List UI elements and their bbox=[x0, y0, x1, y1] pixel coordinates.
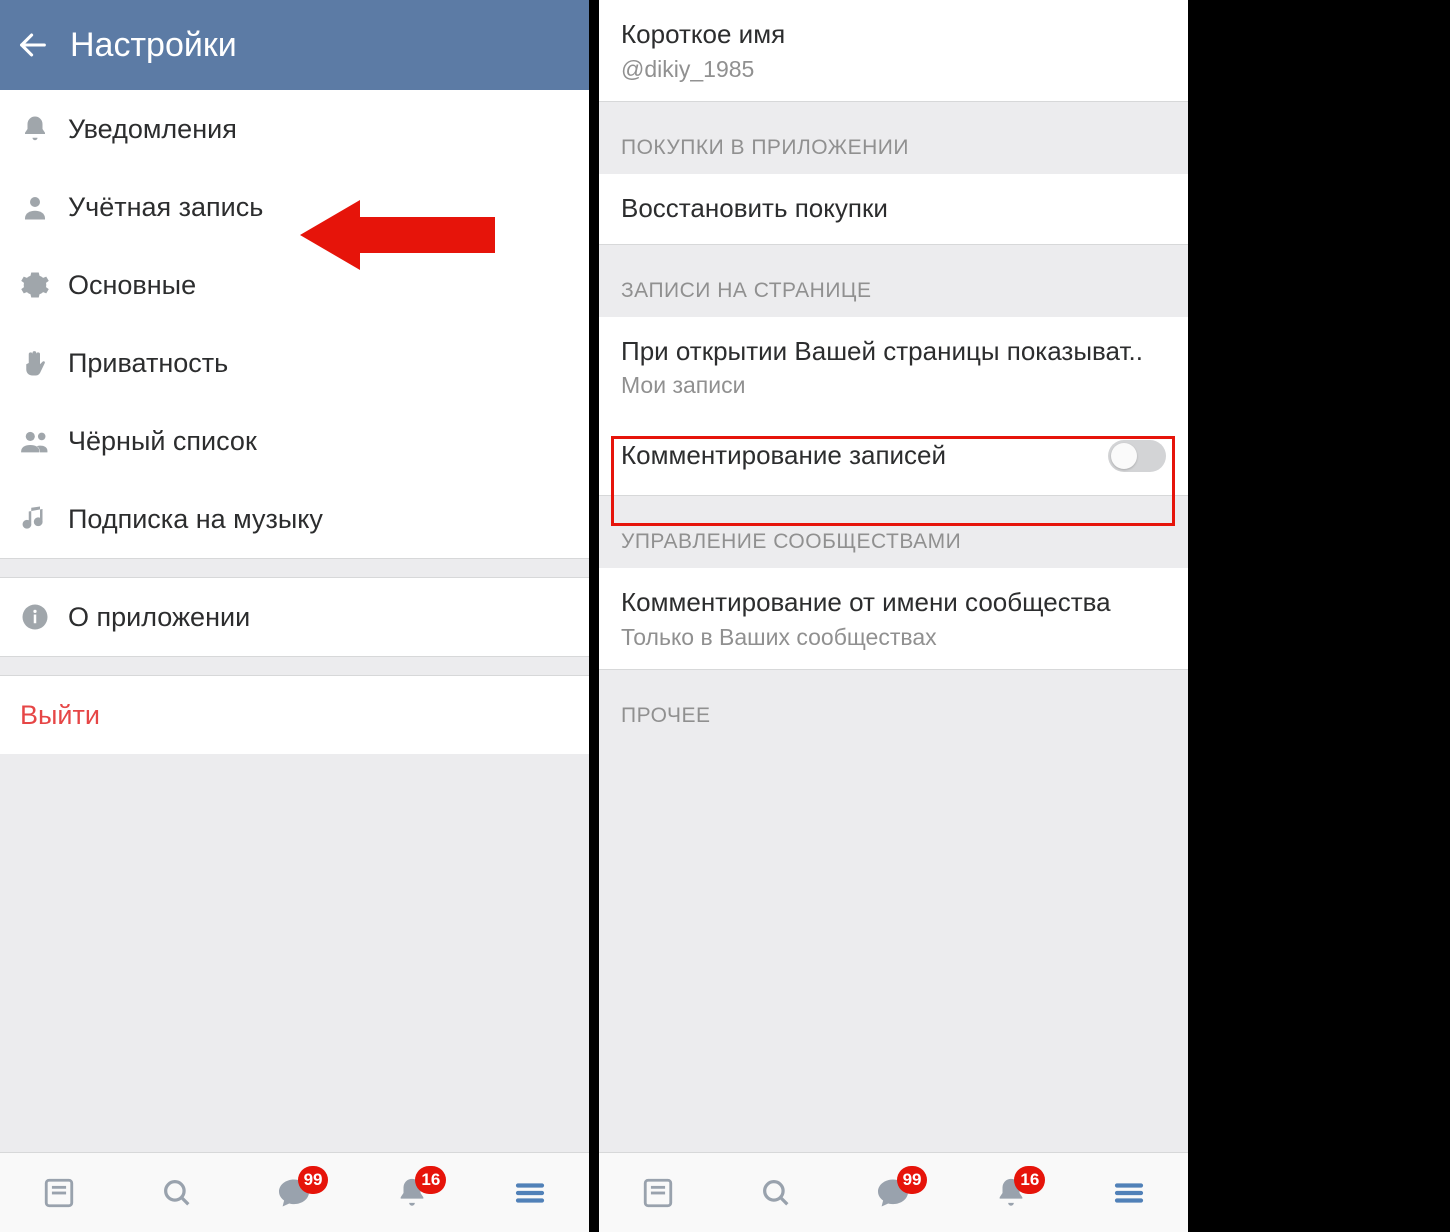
settings-item-label: Основные bbox=[68, 270, 196, 301]
tab-badge: 16 bbox=[415, 1166, 446, 1194]
right-screen: Короткое имя @dikiy_1985 ПОКУПКИ В ПРИЛО… bbox=[599, 0, 1188, 1232]
back-arrow-icon[interactable] bbox=[16, 28, 50, 62]
short-name-value: @dikiy_1985 bbox=[621, 56, 1166, 83]
settings-item-blocklist[interactable]: Чёрный список bbox=[0, 402, 589, 480]
tab-search[interactable] bbox=[746, 1168, 806, 1218]
settings-item-label: Чёрный список bbox=[68, 426, 257, 457]
tab-menu[interactable] bbox=[500, 1168, 560, 1218]
hand-icon bbox=[20, 348, 68, 378]
person-icon bbox=[20, 192, 68, 222]
section-divider bbox=[0, 656, 589, 676]
trailing-space bbox=[1188, 0, 1450, 1232]
settings-item-about[interactable]: О приложении bbox=[0, 578, 589, 656]
settings-item-account[interactable]: Учётная запись bbox=[0, 168, 589, 246]
settings-item-general[interactable]: Основные bbox=[0, 246, 589, 324]
signout-button[interactable]: Выйти bbox=[0, 676, 589, 754]
settings-item-label: Уведомления bbox=[68, 114, 237, 145]
gear-icon bbox=[20, 270, 68, 300]
section-header-wall: ЗАПИСИ НА СТРАНИЦЕ bbox=[599, 245, 1188, 317]
setting-short-name[interactable]: Короткое имя @dikiy_1985 bbox=[599, 0, 1188, 101]
bell-icon bbox=[20, 114, 68, 144]
tab-notifications[interactable]: 16 bbox=[382, 1168, 442, 1218]
settings-item-label: Учётная запись bbox=[68, 192, 263, 223]
red-arrow-annotation bbox=[300, 195, 500, 280]
commenting-title: Комментирование записей bbox=[621, 439, 1098, 473]
tab-menu[interactable] bbox=[1099, 1168, 1159, 1218]
tab-badge: 99 bbox=[897, 1166, 928, 1194]
bottom-tabbar: 99 16 bbox=[599, 1152, 1188, 1232]
settings-item-privacy[interactable]: Приватность bbox=[0, 324, 589, 402]
setting-community-commenting[interactable]: Комментирование от имени сообщества Толь… bbox=[599, 568, 1188, 669]
tab-feed[interactable] bbox=[628, 1168, 688, 1218]
page-open-value: Мои записи bbox=[621, 372, 1166, 399]
header: Настройки bbox=[0, 0, 589, 90]
screen-separator bbox=[589, 0, 599, 1232]
tab-messages[interactable]: 99 bbox=[264, 1168, 324, 1218]
setting-page-open-show[interactable]: При открытии Вашей страницы показыват.. … bbox=[599, 317, 1188, 418]
settings-list: Уведомления Учётная запись Основные Прив… bbox=[0, 90, 589, 558]
tab-badge: 99 bbox=[298, 1166, 329, 1194]
restore-purchases-label: Восстановить покупки bbox=[621, 192, 1166, 226]
section-header-communities: УПРАВЛЕНИЕ СООБЩЕСТВАМИ bbox=[599, 496, 1188, 568]
empty-space bbox=[0, 754, 589, 1152]
music-note-icon bbox=[20, 504, 68, 534]
tab-search[interactable] bbox=[147, 1168, 207, 1218]
signout-label: Выйти bbox=[20, 700, 100, 731]
section-header-other: ПРОЧЕЕ bbox=[599, 670, 1188, 734]
settings-item-label: Подписка на музыку bbox=[68, 504, 323, 535]
tab-notifications[interactable]: 16 bbox=[981, 1168, 1041, 1218]
settings-item-notifications[interactable]: Уведомления bbox=[0, 90, 589, 168]
settings-item-label: О приложении bbox=[68, 602, 250, 633]
tab-badge: 16 bbox=[1014, 1166, 1045, 1194]
community-comment-title: Комментирование от имени сообщества bbox=[621, 586, 1166, 620]
community-comment-value: Только в Ваших сообществах bbox=[621, 624, 1166, 651]
section-header-purchases: ПОКУПКИ В ПРИЛОЖЕНИИ bbox=[599, 102, 1188, 174]
settings-item-music[interactable]: Подписка на музыку bbox=[0, 480, 589, 558]
bottom-tabbar: 99 16 bbox=[0, 1152, 589, 1232]
left-screen: Настройки Уведомления Учётная запись Осн… bbox=[0, 0, 589, 1232]
commenting-toggle[interactable] bbox=[1108, 440, 1166, 472]
short-name-title: Короткое имя bbox=[621, 18, 1166, 52]
tab-feed[interactable] bbox=[29, 1168, 89, 1218]
tab-messages[interactable]: 99 bbox=[863, 1168, 923, 1218]
setting-restore-purchases[interactable]: Восстановить покупки bbox=[599, 174, 1188, 244]
section-divider bbox=[0, 558, 589, 578]
people-icon bbox=[20, 426, 68, 456]
settings-item-label: Приватность bbox=[68, 348, 228, 379]
info-icon bbox=[20, 602, 68, 632]
header-title: Настройки bbox=[70, 26, 237, 65]
page-open-title: При открытии Вашей страницы показыват.. bbox=[621, 335, 1166, 369]
setting-commenting[interactable]: Комментирование записей bbox=[599, 417, 1188, 495]
